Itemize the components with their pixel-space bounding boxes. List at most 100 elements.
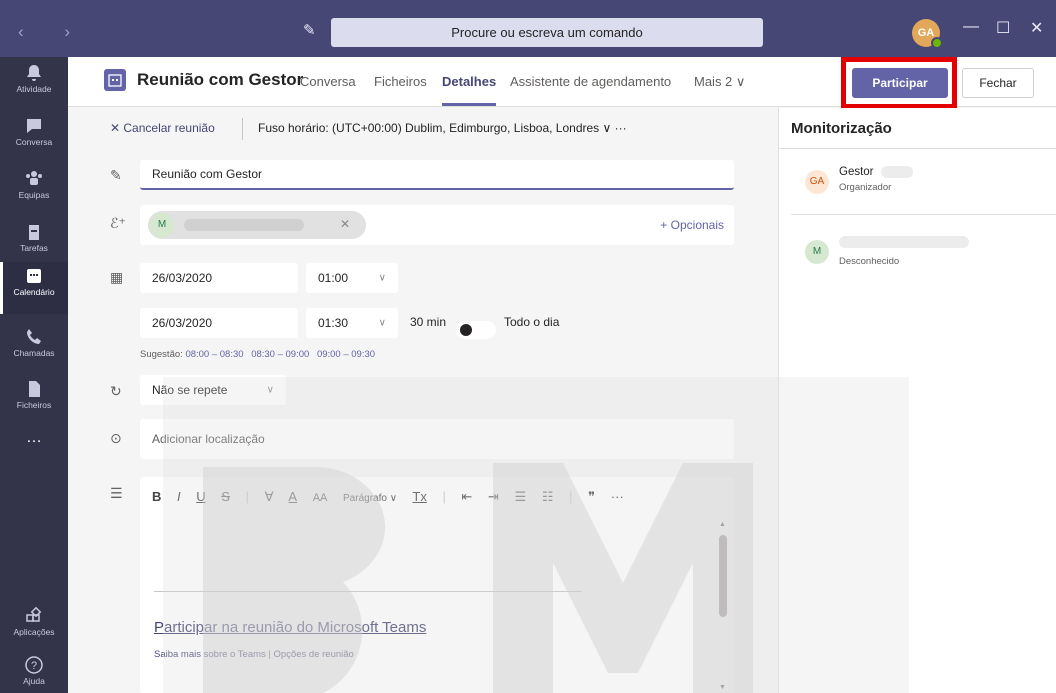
underline-button[interactable]: U bbox=[196, 489, 205, 504]
start-time-value: 01:00 bbox=[318, 271, 349, 285]
divider bbox=[242, 118, 243, 140]
more-format-button[interactable]: ··· bbox=[611, 489, 624, 504]
avatar-initials: GA bbox=[917, 27, 935, 39]
title-value: Reunião com Gestor bbox=[152, 167, 263, 181]
attendee-chip[interactable]: M ✕ bbox=[148, 211, 366, 239]
suggestion-slot[interactable]: 09:00 – 09:30 bbox=[317, 349, 375, 360]
divider bbox=[779, 148, 1056, 149]
chat-icon bbox=[27, 119, 41, 133]
learn-more-link[interactable]: Saiba mais sobre o Teams bbox=[154, 649, 266, 660]
meeting-sublinks: Saiba mais sobre o Teams | Opções de reu… bbox=[154, 649, 354, 660]
calendar-icon: ▦ bbox=[110, 269, 124, 285]
numbered-list-button[interactable]: ☷ bbox=[542, 489, 554, 504]
end-date-field[interactable]: 26/03/2020 bbox=[140, 308, 298, 338]
suggestion-slot[interactable]: 08:00 – 08:30 bbox=[185, 349, 243, 360]
meeting-options-link[interactable]: Opções de reunião bbox=[274, 649, 354, 660]
repeat-select[interactable]: Não se repete ∨ bbox=[140, 375, 286, 405]
meeting-title: Reunião com Gestor bbox=[137, 70, 304, 89]
chevron-down-icon: ∨ bbox=[378, 317, 386, 329]
font-color-button[interactable]: A bbox=[288, 489, 297, 504]
italic-button[interactable]: I bbox=[177, 489, 181, 504]
highlight-box bbox=[841, 57, 957, 109]
location-placeholder: Adicionar localização bbox=[152, 432, 265, 446]
divider bbox=[791, 214, 1056, 215]
format-toolbar: B I U S | ∀ A AA Parágrafo ∨ Tx | ⇤ ⇥ ☰ … bbox=[152, 489, 636, 505]
scroll-up-icon[interactable]: ▲ bbox=[719, 521, 726, 528]
indent-button[interactable]: ⇥ bbox=[488, 489, 499, 504]
search-input[interactable]: Procure ou escreva um comando bbox=[331, 18, 763, 47]
strikethrough-button[interactable]: S bbox=[221, 489, 230, 504]
paragraph-select[interactable]: Parágrafo ∨ bbox=[343, 493, 397, 504]
participant-organizer[interactable]: GA Gestor Organizador bbox=[791, 164, 1051, 204]
tab-more[interactable]: Mais 2 ∨ bbox=[694, 74, 745, 90]
rail-item-activity[interactable]: Atividade bbox=[0, 59, 68, 111]
close-window-button[interactable]: ✕ bbox=[1030, 18, 1043, 38]
end-time-select[interactable]: 01:30 ∨ bbox=[306, 308, 398, 338]
optional-attendees-link[interactable]: + Opcionais bbox=[660, 218, 724, 232]
scroll-down-icon[interactable]: ▼ bbox=[719, 684, 726, 691]
rail-item-calls[interactable]: Chamadas bbox=[0, 323, 68, 375]
title-bar: ‹ › ✎ Procure ou escreva um comando GA —… bbox=[0, 0, 1056, 57]
rail-item-teams[interactable]: Equipas bbox=[0, 165, 68, 217]
all-day-label: Todo o dia bbox=[504, 315, 560, 329]
bullet-list-button[interactable]: ☰ bbox=[515, 489, 527, 504]
cancel-meeting-button[interactable]: ✕ Cancelar reunião bbox=[110, 121, 215, 135]
tracking-title: Monitorização bbox=[791, 120, 892, 137]
editor-scrollbar[interactable]: ▲ ▼ bbox=[716, 521, 730, 691]
remove-attendee-icon[interactable]: ✕ bbox=[340, 217, 350, 231]
new-chat-icon[interactable]: ✎ bbox=[303, 21, 316, 39]
attendee-name-redacted bbox=[184, 219, 304, 231]
attendee-avatar: M bbox=[150, 213, 174, 237]
app-rail: Atividade Conversa Equipas Tarefas Calen… bbox=[0, 57, 68, 693]
rail-item-files[interactable]: Ficheiros bbox=[0, 375, 68, 427]
toggle-knob bbox=[460, 324, 472, 336]
tab-conversa[interactable]: Conversa bbox=[300, 74, 356, 89]
rail-label: Aplicações bbox=[13, 627, 55, 637]
join-meeting-link[interactable]: Participar na reunião do Microsoft Teams bbox=[154, 619, 426, 636]
tab-assistente[interactable]: Assistente de agendamento bbox=[510, 74, 671, 89]
details-editor[interactable]: B I U S | ∀ A AA Parágrafo ∨ Tx | ⇤ ⇥ ☰ … bbox=[140, 477, 734, 693]
location-input[interactable]: Adicionar localização bbox=[140, 419, 734, 459]
bold-button[interactable]: B bbox=[152, 489, 161, 504]
all-day-toggle[interactable] bbox=[456, 321, 496, 339]
meeting-calendar-icon bbox=[104, 69, 126, 91]
start-date-field[interactable]: 26/03/2020 bbox=[140, 263, 298, 293]
rail-item-chat[interactable]: Conversa bbox=[0, 112, 68, 164]
quote-button[interactable]: ❞ bbox=[588, 489, 595, 504]
rail-label: Atividade bbox=[16, 84, 52, 94]
rail-item-help[interactable]: ? Ajuda bbox=[0, 651, 68, 693]
title-field[interactable]: Reunião com Gestor bbox=[140, 160, 734, 190]
minimize-button[interactable]: — bbox=[963, 18, 979, 36]
clear-format-button[interactable]: Tx bbox=[412, 489, 426, 504]
start-time-select[interactable]: 01:00 ∨ bbox=[306, 263, 398, 293]
status-dot bbox=[931, 37, 943, 49]
close-button[interactable]: Fechar bbox=[962, 68, 1034, 98]
tab-ficheiros[interactable]: Ficheiros bbox=[374, 74, 427, 89]
main-panel: Reunião com Gestor Conversa Ficheiros De… bbox=[68, 57, 1056, 693]
time-suggestions: Sugestão: 08:00 – 08:30 08:30 – 09:00 09… bbox=[140, 349, 380, 360]
attendees-field[interactable]: M ✕ + Opcionais bbox=[140, 205, 734, 245]
participant-role: Organizador bbox=[839, 182, 892, 193]
tab-detalhes[interactable]: Detalhes bbox=[442, 74, 497, 106]
scroll-thumb[interactable] bbox=[719, 535, 727, 617]
rail-item-apps[interactable]: Aplicações bbox=[0, 602, 68, 654]
highlight-button[interactable]: ∀ bbox=[265, 489, 274, 504]
repeat-icon: ↻ bbox=[110, 383, 122, 399]
outdent-button[interactable]: ⇤ bbox=[462, 489, 473, 504]
nav-arrows[interactable]: ‹ › bbox=[18, 22, 88, 42]
svg-text:?: ? bbox=[31, 660, 37, 672]
suggestion-slot[interactable]: 08:30 – 09:00 bbox=[251, 349, 309, 360]
phone-icon bbox=[27, 329, 41, 344]
rail-item-more[interactable]: … bbox=[0, 423, 68, 475]
maximize-button[interactable]: ☐ bbox=[996, 18, 1010, 38]
timezone-selector[interactable]: Fuso horário: (UTC+00:00) Dublim, Edimbu… bbox=[258, 121, 627, 135]
rail-label: Calendário bbox=[13, 287, 55, 297]
help-icon: ? bbox=[25, 656, 43, 674]
add-people-icon: ℰ⁺ bbox=[110, 215, 126, 231]
rail-item-calendar[interactable]: Calendário bbox=[0, 262, 68, 314]
duration-label: 30 min bbox=[410, 315, 447, 329]
rail-label: Conversa bbox=[15, 137, 53, 147]
participant-unknown[interactable]: M Desconhecido bbox=[791, 234, 1051, 274]
font-size-button[interactable]: AA bbox=[313, 492, 328, 504]
user-avatar[interactable]: GA bbox=[912, 19, 943, 49]
